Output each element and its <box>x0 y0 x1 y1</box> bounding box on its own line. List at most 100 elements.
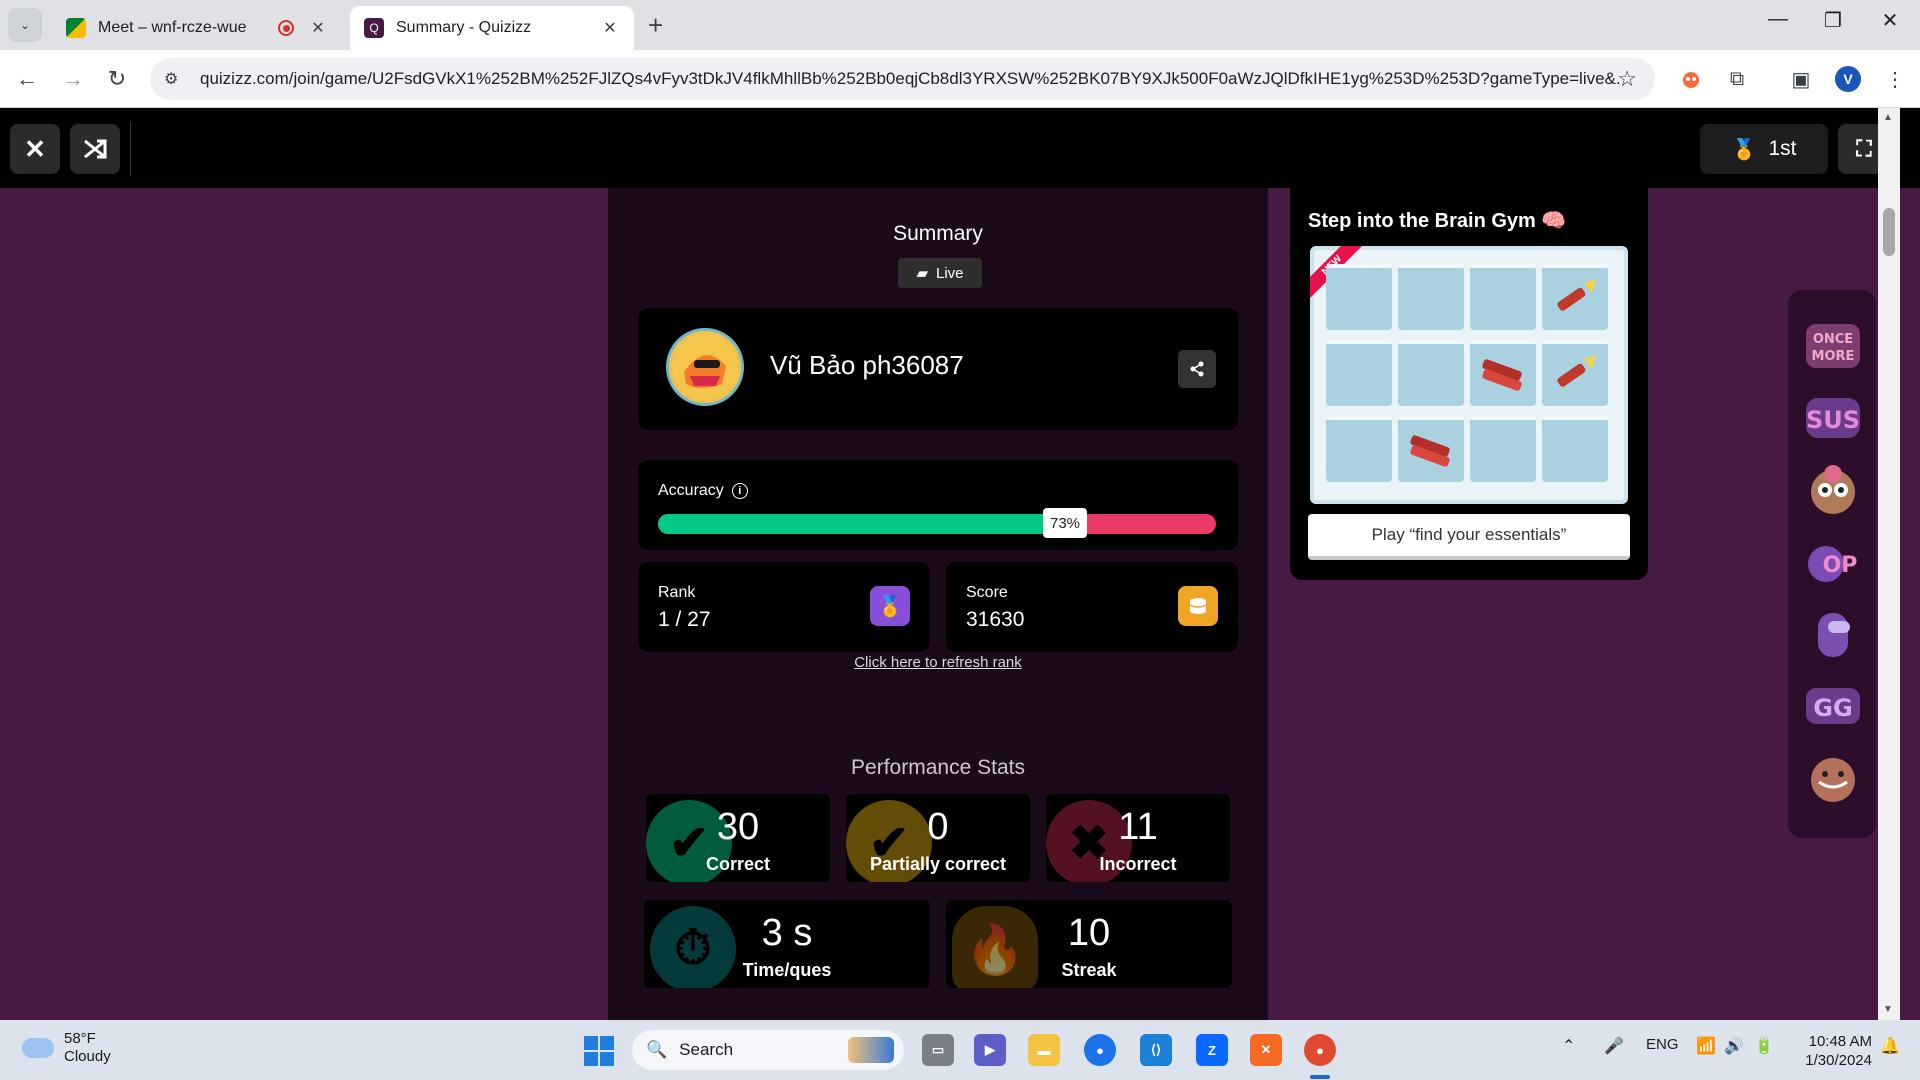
battery-icon[interactable]: 🔋 <box>1754 1036 1774 1056</box>
board-cell <box>1398 264 1464 330</box>
live-label: Live <box>936 264 964 282</box>
rank-badge: 🏅 1st <box>1700 124 1828 174</box>
share-button[interactable] <box>1178 350 1216 388</box>
active-app-indicator <box>1310 1075 1330 1079</box>
svg-text:SUS: SUS <box>1806 406 1860 434</box>
accuracy-card: Accuracy i 73% <box>638 460 1238 550</box>
scroll-up-icon[interactable]: ▲ <box>1883 112 1893 123</box>
firecracker-icon <box>1398 416 1464 482</box>
meet-app-icon[interactable]: ▶ <box>974 1034 1006 1066</box>
url-text[interactable]: quizizz.com/join/game/U2FsdGVkX1%252BM%2… <box>200 69 1620 89</box>
summary-panel: Summary ▰ Live Vũ Bảo ph36087 Accuracy i… <box>608 188 1268 1020</box>
face-sticker[interactable] <box>1804 750 1862 806</box>
accuracy-bar <box>658 514 1216 534</box>
zalo-icon[interactable]: Z <box>1196 1034 1228 1066</box>
info-icon[interactable]: i <box>731 483 748 499</box>
correct-count: 30 <box>716 806 760 848</box>
task-view-icon[interactable]: ▭ <box>922 1034 954 1066</box>
partial-label: Partially correct <box>869 854 1007 874</box>
header-divider <box>130 122 131 176</box>
xampp-icon[interactable]: ✕ <box>1250 1034 1282 1066</box>
medal-icon: 🏅 <box>1731 138 1757 161</box>
avatar <box>666 328 744 406</box>
time-stat: ⏱ 3 s Time/ques <box>644 900 930 988</box>
page-scrollbar[interactable]: ▲ ▼ <box>1878 108 1900 1020</box>
flashlight-icon <box>1542 264 1608 330</box>
menu-icon[interactable]: ⋮ <box>1880 64 1910 94</box>
recording-icon <box>278 20 294 36</box>
correct-label: Correct <box>705 854 771 874</box>
firecracker-icon <box>1470 340 1536 406</box>
bookmark-star-icon[interactable]: ☆ <box>1617 66 1637 92</box>
among-us-sticker[interactable] <box>1804 606 1862 662</box>
scroll-down-icon[interactable]: ▼ <box>1883 1004 1893 1015</box>
new-tab-button[interactable]: + <box>648 10 663 41</box>
streak-value: 10 <box>1067 912 1111 954</box>
accuracy-label-row: Accuracy i <box>658 482 748 500</box>
side-panel-icon[interactable]: ▣ <box>1786 64 1816 94</box>
rank-card: Rank 1 / 27 🏅 <box>638 562 930 652</box>
svg-text:GG: GG <box>1813 694 1852 722</box>
close-tab-icon[interactable]: ✕ <box>600 18 620 38</box>
reload-button[interactable]: ↻ <box>102 64 132 94</box>
tab-title: Summary - Quizizz <box>396 19 532 36</box>
windows-start-icon[interactable] <box>584 1036 614 1066</box>
close-window-button[interactable]: ✕ <box>1870 8 1910 33</box>
back-button[interactable]: ← <box>12 64 42 94</box>
refresh-rank-link[interactable]: Click here to refresh rank <box>608 654 1268 671</box>
once-more-sticker[interactable]: ONCE MORE <box>1804 318 1862 374</box>
file-explorer-icon[interactable]: ▬ <box>1028 1034 1060 1066</box>
taskbar-search[interactable]: 🔍 Search <box>632 1030 904 1070</box>
microphone-icon[interactable]: 🎤 <box>1604 1036 1624 1056</box>
extension-icon[interactable] <box>1676 64 1706 94</box>
close-tab-icon[interactable]: ✕ <box>308 18 328 38</box>
restore-button[interactable]: ❐ <box>1813 8 1853 33</box>
chrome-icon[interactable]: ● <box>1304 1034 1336 1066</box>
address-bar[interactable]: ⚙ quizizz.com/join/game/U2FsdGVkX1%252BM… <box>150 58 1655 100</box>
weather-desc: Cloudy <box>64 1048 111 1065</box>
sus-sticker[interactable]: SUS <box>1804 390 1862 446</box>
coins-icon <box>1178 586 1218 626</box>
page-title: Summary <box>893 222 983 245</box>
accuracy-value: 73% <box>1043 508 1087 538</box>
chrome-b-icon[interactable]: ● <box>1084 1034 1116 1066</box>
rank-label: Rank <box>658 584 696 601</box>
incorrect-stat: ✖ 11 Incorrect <box>1046 794 1230 882</box>
wifi-icon[interactable]: 📶 <box>1696 1036 1716 1056</box>
score-value: 31630 <box>966 608 1025 631</box>
weather-widget[interactable]: 58°F Cloudy <box>22 1030 111 1066</box>
incorrect-count: 11 <box>1118 806 1158 848</box>
site-info-icon[interactable]: ⚙ <box>164 69 186 89</box>
tab-summary-quizizz[interactable]: Q Summary - Quizizz ✕ <box>350 6 634 50</box>
vscode-icon[interactable]: ⟨⟩ <box>1140 1034 1172 1066</box>
profile-avatar[interactable]: V <box>1835 66 1861 92</box>
tray-chevron-icon[interactable]: ⌃ <box>1562 1036 1575 1056</box>
tab-meet[interactable]: Meet – wnf-rcze-wue ✕ <box>52 6 342 50</box>
close-button[interactable]: ✕ <box>10 124 60 174</box>
minimize-button[interactable]: — <box>1758 8 1798 31</box>
gg-sticker[interactable]: GG <box>1804 678 1862 734</box>
partial-stat: ✔ 0 Partially correct <box>846 794 1030 882</box>
correct-stat: ✔ 30 Correct <box>646 794 830 882</box>
cloud-icon <box>22 1038 54 1058</box>
language-indicator[interactable]: ENG <box>1646 1036 1679 1053</box>
scrollbar-thumb[interactable] <box>1883 208 1895 256</box>
tab-search-button[interactable]: ⌄ <box>8 8 42 42</box>
brain-gym-board[interactable]: NEW <box>1310 246 1628 504</box>
board-cell <box>1326 340 1392 406</box>
player-card: Vũ Bảo ph36087 <box>638 308 1238 430</box>
volume-icon[interactable]: 🔊 <box>1724 1036 1744 1056</box>
svg-text:ONCE: ONCE <box>1813 332 1853 347</box>
weather-temp: 58°F <box>64 1030 96 1047</box>
medal-icon: 🏅 <box>870 586 910 626</box>
notification-bell-icon[interactable]: 🔔 <box>1880 1036 1900 1056</box>
player-name: Vũ Bảo ph36087 <box>770 350 964 380</box>
performance-stats-title: Performance Stats <box>851 756 1025 779</box>
forward-button[interactable]: → <box>58 64 88 94</box>
owl-sticker[interactable] <box>1804 462 1862 518</box>
shuffle-button[interactable] <box>70 124 120 174</box>
extensions-puzzle-icon[interactable]: ⧉ <box>1722 64 1752 94</box>
op-sticker[interactable]: OP <box>1804 534 1862 590</box>
play-game-button[interactable]: Play “find your essentials” <box>1308 514 1630 560</box>
system-clock[interactable]: 10:48 AM 1/30/2024 <box>1798 1032 1872 1070</box>
